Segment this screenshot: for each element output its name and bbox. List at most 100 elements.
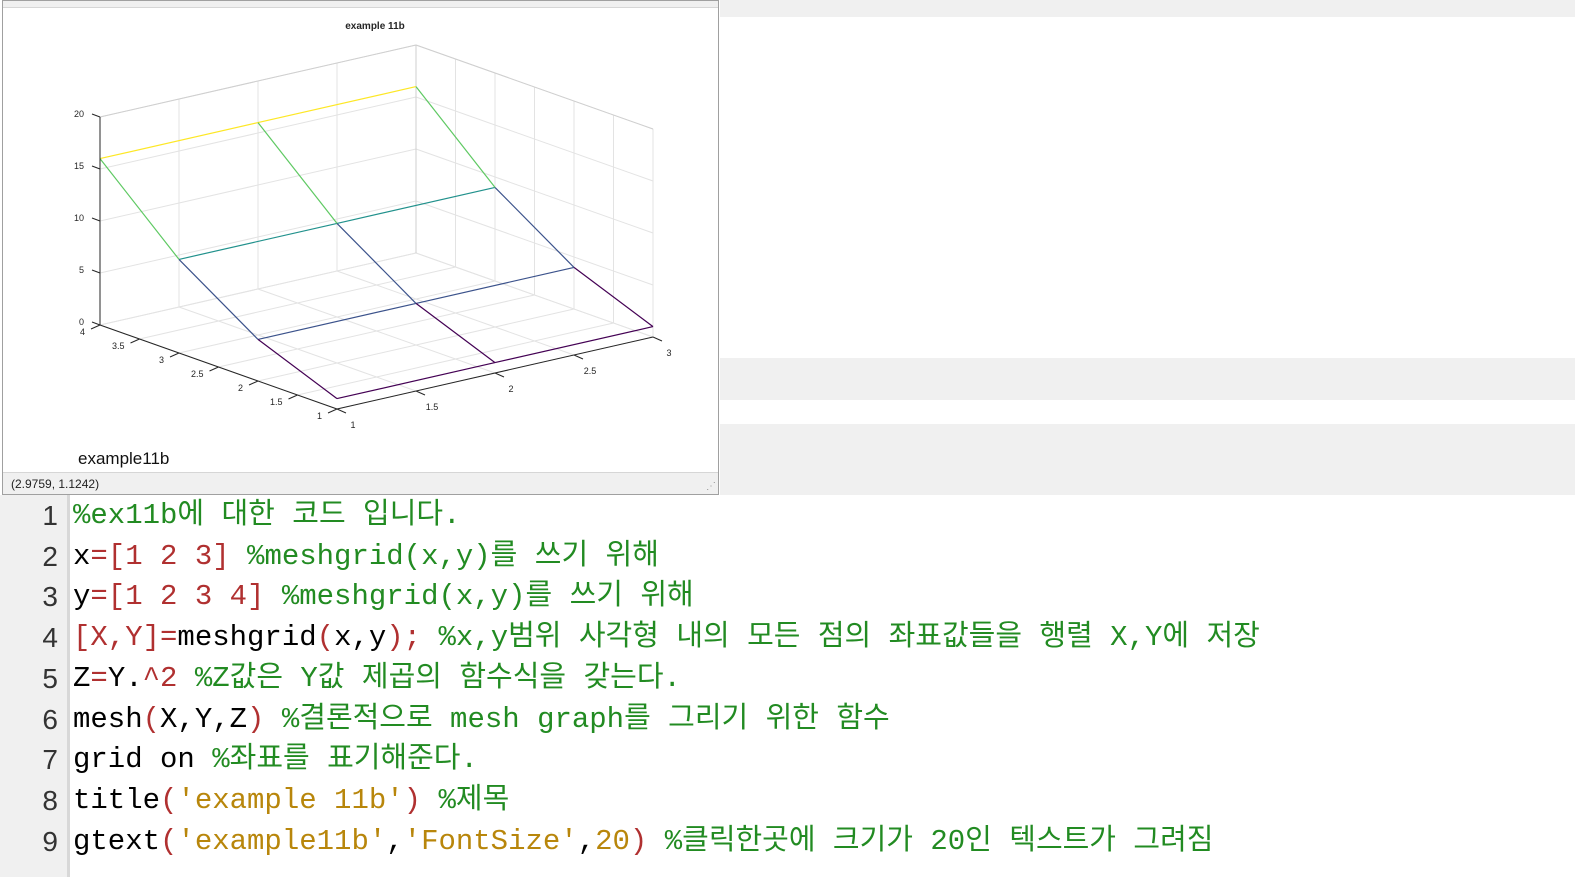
code-token: , <box>386 824 404 858</box>
z-tick <box>91 217 101 222</box>
code-text[interactable]: Z=Y.^2 %Z값은 Y값 제곱의 함수식을 갖는다. <box>73 659 681 699</box>
y-tick-label: 4 <box>80 327 85 337</box>
figure-window[interactable]: 1 1.5 2 2.5 3 1 1.5 2 2.5 3 3.5 4 0 5 10 15 20 example 11… <box>2 0 719 495</box>
mesh-plot[interactable]: 1 1.5 2 2.5 3 1 1.5 2 2.5 3 3.5 40 5 10 15 20 example 11… <box>3 7 718 473</box>
code-comment: %meshgrid(x,y)를 쓰기 위해 <box>229 539 659 573</box>
x-tick <box>336 408 347 414</box>
code-token: x,y <box>334 621 387 655</box>
code-token: ( <box>142 702 161 736</box>
y-tick-label: 1 <box>317 411 322 421</box>
y-tick <box>169 352 180 358</box>
mesh-edge <box>415 302 496 364</box>
code-comment: %x,y범위 사각형 내의 모든 점의 좌표값들을 행렬 X,Y에 저장 <box>421 621 1260 655</box>
code-token: ) <box>629 824 648 858</box>
code-text[interactable]: x=[1 2 3] %meshgrid(x,y)를 쓰기 위해 <box>73 537 659 577</box>
figure-status-bar: (2.9759, 1.1242) ⋰ <box>3 472 718 494</box>
code-string: 'example 11b' <box>177 783 404 817</box>
code-token: =[1 2 3] <box>90 539 230 573</box>
code-line[interactable]: 4 [X,Y]=meshgrid(x,y); %x,y범위 사각형 내의 모든 점… <box>0 618 1575 658</box>
command-area <box>720 17 1575 358</box>
code-comment: %클릭한곳에 크기가 20인 텍스트가 그려짐 <box>647 824 1214 858</box>
x-tick <box>652 336 663 342</box>
z-tick-label: 10 <box>74 213 84 223</box>
code-token: Z <box>73 661 91 695</box>
top-panel-header <box>720 0 1575 17</box>
x-tick-label: 2 <box>508 384 513 394</box>
line-number: 5 <box>42 662 58 694</box>
plot-title: example 11b <box>345 21 404 32</box>
code-line[interactable]: 9 gtext('example11b','FontSize',20) %클릭한곳… <box>0 822 1575 862</box>
panel-strip <box>720 400 1575 424</box>
z-tick <box>91 165 101 170</box>
x-tick <box>415 390 426 396</box>
code-comment: %제목 <box>421 783 510 817</box>
code-token: X,Y,Z <box>160 702 248 736</box>
y-tick-label: 3.5 <box>112 341 125 351</box>
z-tick-label: 20 <box>74 109 84 119</box>
line-number: 9 <box>42 825 58 857</box>
x-tick <box>494 372 505 378</box>
code-text[interactable]: y=[1 2 3 4] %meshgrid(x,y)를 쓰기 위해 <box>73 577 694 617</box>
code-line[interactable]: 1 %ex11b에 대한 코드 입니다. <box>0 496 1575 536</box>
code-line[interactable]: 6 mesh(X,Y,Z) %결론적으로 mesh graph를 그리기 위한 함… <box>0 700 1575 740</box>
code-token: = <box>90 661 108 695</box>
line-number: 7 <box>42 744 58 776</box>
code-token: ^2 <box>142 661 178 695</box>
line-number: 2 <box>42 540 58 572</box>
z-tick-label: 0 <box>79 317 84 327</box>
code-token: meshgrid <box>177 621 317 655</box>
y-tick-label: 2 <box>238 383 243 393</box>
mesh-edge <box>99 158 180 260</box>
code-line[interactable]: 7 grid on %좌표를 표기해준다. <box>0 740 1575 780</box>
line-number: 3 <box>42 581 58 613</box>
z-tick <box>91 269 101 274</box>
z-tick-label: 5 <box>79 265 84 275</box>
mesh-edge <box>257 122 338 224</box>
y-tick <box>288 394 298 400</box>
y-tick <box>248 380 259 386</box>
code-line[interactable]: 8 title('example 11b') %제목 <box>0 781 1575 821</box>
code-line[interactable]: 3 y=[1 2 3 4] %meshgrid(x,y)를 쓰기 위해 <box>0 577 1575 617</box>
code-token: = <box>160 621 178 655</box>
z-tick <box>91 321 101 326</box>
code-string: 'example11b' <box>177 824 387 858</box>
code-line[interactable]: 5 Z=Y.^2 %Z값은 Y값 제곱의 함수식을 갖는다. <box>0 659 1575 699</box>
code-text[interactable]: mesh(X,Y,Z) %결론적으로 mesh graph를 그리기 위한 함수 <box>73 700 890 740</box>
code-token: x <box>73 539 91 573</box>
code-token: =[1 2 3 4] <box>90 580 265 614</box>
code-token: ( <box>316 621 335 655</box>
y-tick <box>90 324 101 330</box>
code-token: [X,Y] <box>73 621 161 655</box>
code-token: Y. <box>107 661 143 695</box>
editor-tab-bar <box>720 424 1575 495</box>
code-editor[interactable]: 1 %ex11b에 대한 코드 입니다. 2 x=[1 2 3] %meshgrid(… <box>0 495 1575 877</box>
y-tick <box>327 408 338 414</box>
resize-grip-icon[interactable]: ⋰ <box>706 482 716 492</box>
code-text[interactable]: %ex11b에 대한 코드 입니다. <box>73 496 460 536</box>
grid-line <box>139 266 456 340</box>
y-tick-label: 2.5 <box>191 369 204 379</box>
line-number: 6 <box>42 703 58 735</box>
code-text[interactable]: title('example 11b') %제목 <box>73 781 509 821</box>
x-tick <box>573 354 584 360</box>
x-tick-label: 1 <box>350 420 355 430</box>
code-string: 'FontSize' <box>403 824 578 858</box>
code-token: gtext <box>73 824 161 858</box>
line-number: 4 <box>42 622 58 654</box>
code-token: ) <box>403 783 422 817</box>
cursor-coordinates: (2.9759, 1.1242) <box>11 477 100 491</box>
grid-line <box>257 308 575 382</box>
code-text[interactable]: gtext('example11b','FontSize',20) %클릭한곳에… <box>73 822 1213 862</box>
code-token: y <box>73 580 91 614</box>
mesh-edge <box>257 302 417 340</box>
mesh-edge <box>257 338 338 400</box>
code-line[interactable]: 2 x=[1 2 3] %meshgrid(x,y)를 쓰기 위해 <box>0 537 1575 577</box>
y-tick <box>209 366 219 372</box>
panel-divider <box>720 358 1575 400</box>
code-text[interactable]: [X,Y]=meshgrid(x,y); %x,y범위 사각형 내의 모든 점의… <box>73 618 1260 658</box>
code-text[interactable]: grid on %좌표를 표기해준다. <box>73 740 478 780</box>
y-tick-label: 3 <box>159 355 164 365</box>
code-comment: %ex11b에 대한 코드 입니다. <box>73 499 461 532</box>
grid-line <box>178 280 496 354</box>
line-number: 8 <box>42 784 58 816</box>
